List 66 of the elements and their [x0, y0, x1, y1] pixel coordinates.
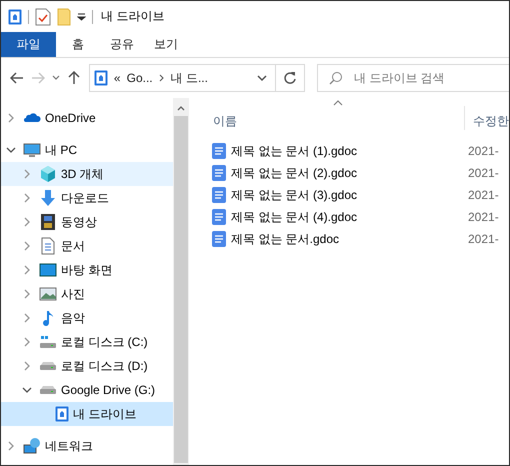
chevron-icon[interactable]	[6, 146, 16, 154]
document-icon	[211, 143, 227, 159]
ribbon-tab[interactable]: 공유	[100, 32, 144, 57]
forward-arrow-icon[interactable]	[31, 72, 46, 84]
up-arrow-icon[interactable]	[68, 71, 80, 85]
document-icon	[211, 165, 227, 181]
folder-icon[interactable]	[57, 8, 71, 26]
nav-item[interactable]: 네트워크	[1, 434, 174, 458]
nav-item[interactable]: 로컬 디스크 (C:)	[1, 330, 174, 354]
network-icon	[23, 437, 41, 455]
modified-date: 2021-	[468, 210, 499, 224]
modified-date: 2021-	[468, 232, 499, 246]
modified-date: 2021-	[468, 144, 499, 158]
window-title: 내 드라이브	[101, 8, 164, 25]
nav-item[interactable]: 문서	[1, 234, 174, 258]
document-icon	[39, 237, 57, 255]
nav-item[interactable]: OneDrive	[1, 106, 174, 130]
separator-chevron-icon	[158, 74, 165, 82]
nav-item[interactable]: 동영상	[1, 210, 174, 234]
ribbon-tab[interactable]: 파일	[1, 32, 56, 57]
properties-icon[interactable]	[35, 8, 51, 26]
nav-item[interactable]: 3D 개체	[1, 162, 174, 186]
nav-item[interactable]: 바탕 화면	[1, 258, 174, 282]
nav-item[interactable]: 사진	[1, 282, 174, 306]
chevron-icon[interactable]	[22, 386, 32, 394]
modified-date: 2021-	[468, 188, 499, 202]
refresh-icon[interactable]	[283, 71, 298, 85]
drive-icon	[39, 333, 57, 351]
chevron-down-icon[interactable]	[52, 75, 60, 81]
address-bar[interactable]: « Go... 내 드...	[88, 64, 276, 92]
download-arrow-icon	[39, 189, 57, 207]
picture-icon	[39, 285, 57, 303]
document-icon	[211, 187, 227, 203]
ribbon-tab[interactable]: 보기	[144, 32, 188, 57]
search-field[interactable]: 내 드라이브 검색	[317, 64, 509, 92]
scrollbar[interactable]	[173, 98, 189, 465]
dropdown-icon[interactable]	[77, 12, 86, 20]
nav-item[interactable]: 음악	[1, 306, 174, 330]
back-arrow-icon[interactable]	[10, 72, 24, 84]
document-icon	[211, 209, 227, 225]
file-name[interactable]: 제목 없는 문서.gdoc	[231, 230, 468, 248]
ribbon-tab[interactable]: 홈	[56, 32, 100, 57]
modified-date: 2021-	[468, 166, 499, 180]
drive-icon	[39, 385, 57, 395]
drive-folder-icon	[55, 406, 69, 422]
computer-icon	[23, 141, 41, 159]
nav-item[interactable]: Google Drive (G:)	[1, 378, 174, 402]
monitor-icon	[39, 261, 57, 279]
nav-item[interactable]: 내 드라이브	[1, 402, 174, 426]
nav-item[interactable]: 내 PC	[1, 138, 174, 162]
refresh-button[interactable]	[276, 64, 305, 92]
nav-item[interactable]: 로컬 디스크 (D:)	[1, 354, 174, 378]
file-name[interactable]: 제목 없는 문서 (4).gdoc	[231, 208, 468, 226]
cube-icon	[39, 165, 57, 183]
document-icon	[211, 231, 227, 247]
drive-folder-icon	[94, 70, 108, 86]
chevron-down-icon[interactable]	[257, 74, 268, 82]
film-icon	[39, 213, 57, 231]
file-name[interactable]: 제목 없는 문서 (3).gdoc	[231, 186, 468, 204]
column-header[interactable]: 수정한	[471, 113, 509, 130]
drive-icon	[39, 361, 57, 371]
file-name[interactable]: 제목 없는 문서 (1).gdoc	[231, 142, 468, 160]
drive-folder-icon	[8, 8, 22, 24]
nav-item[interactable]: 다운로드	[1, 186, 174, 210]
file-name[interactable]: 제목 없는 문서 (2).gdoc	[231, 164, 468, 182]
column-header[interactable]: 이름	[211, 113, 464, 130]
